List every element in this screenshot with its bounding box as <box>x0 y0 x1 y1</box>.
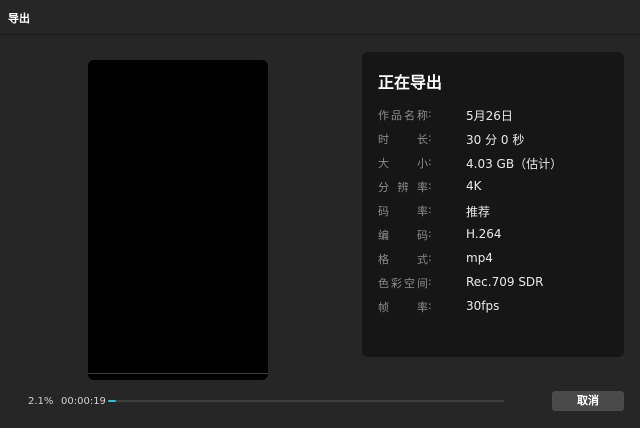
info-row-duration: 时长 : 30 分 0 秒 <box>378 131 618 147</box>
info-row-bitrate: 码率 : 推荐 <box>378 203 618 219</box>
info-colon: : <box>428 251 432 264</box>
info-label: 作品名称 <box>378 109 428 122</box>
info-row-codec: 编码 : H.264 <box>378 227 618 243</box>
info-row-format: 格式 : mp4 <box>378 251 618 267</box>
info-label: 时长 <box>378 133 428 146</box>
cancel-button[interactable]: 取消 <box>552 391 624 411</box>
info-value: mp4 <box>466 251 493 265</box>
info-value: 30fps <box>466 299 500 313</box>
progress-bar <box>108 400 504 402</box>
info-value: 推荐 <box>466 205 491 219</box>
info-label: 色彩空间 <box>378 277 428 290</box>
export-info-panel: 正在导出 作品名称 : 5月26日 时长 : 30 分 0 秒 大小 : 4.0… <box>362 52 624 357</box>
info-row-resolution: 分辨率 : 4K <box>378 179 618 195</box>
info-value: 30 分 0 秒 <box>466 133 525 147</box>
info-colon: : <box>428 227 432 240</box>
export-status-heading: 正在导出 <box>378 73 443 92</box>
info-colon: : <box>428 275 432 288</box>
info-label: 格式 <box>378 253 428 266</box>
info-row-size: 大小 : 4.03 GB（估计） <box>378 155 618 171</box>
info-value: 4.03 GB（估计） <box>466 157 563 171</box>
elapsed-time: 00:00:19 <box>61 396 106 407</box>
info-colon: : <box>428 179 432 192</box>
info-colon: : <box>428 155 432 168</box>
progress-percent: 2.1% <box>28 396 54 407</box>
info-colon: : <box>428 299 432 312</box>
info-label: 大小 <box>378 157 428 170</box>
video-preview <box>88 60 268 380</box>
info-colon: : <box>428 107 432 120</box>
info-label: 码率 <box>378 205 428 218</box>
info-value: 4K <box>466 179 482 193</box>
title-bar: 导出 <box>0 0 640 35</box>
info-row-frame-rate: 帧率 : 30fps <box>378 299 618 315</box>
info-row-project-name: 作品名称 : 5月26日 <box>378 107 618 123</box>
info-colon: : <box>428 203 432 216</box>
info-label: 帧率 <box>378 301 428 314</box>
info-value: 5月26日 <box>466 109 513 123</box>
progress-fill <box>108 400 117 402</box>
info-label: 编码 <box>378 229 428 242</box>
info-colon: : <box>428 131 432 144</box>
info-value: H.264 <box>466 227 502 241</box>
preview-divider <box>88 373 268 374</box>
info-row-color-space: 色彩空间 : Rec.709 SDR <box>378 275 618 291</box>
info-label: 分辨率 <box>378 181 428 194</box>
window-title: 导出 <box>8 12 30 25</box>
info-value: Rec.709 SDR <box>466 275 544 289</box>
